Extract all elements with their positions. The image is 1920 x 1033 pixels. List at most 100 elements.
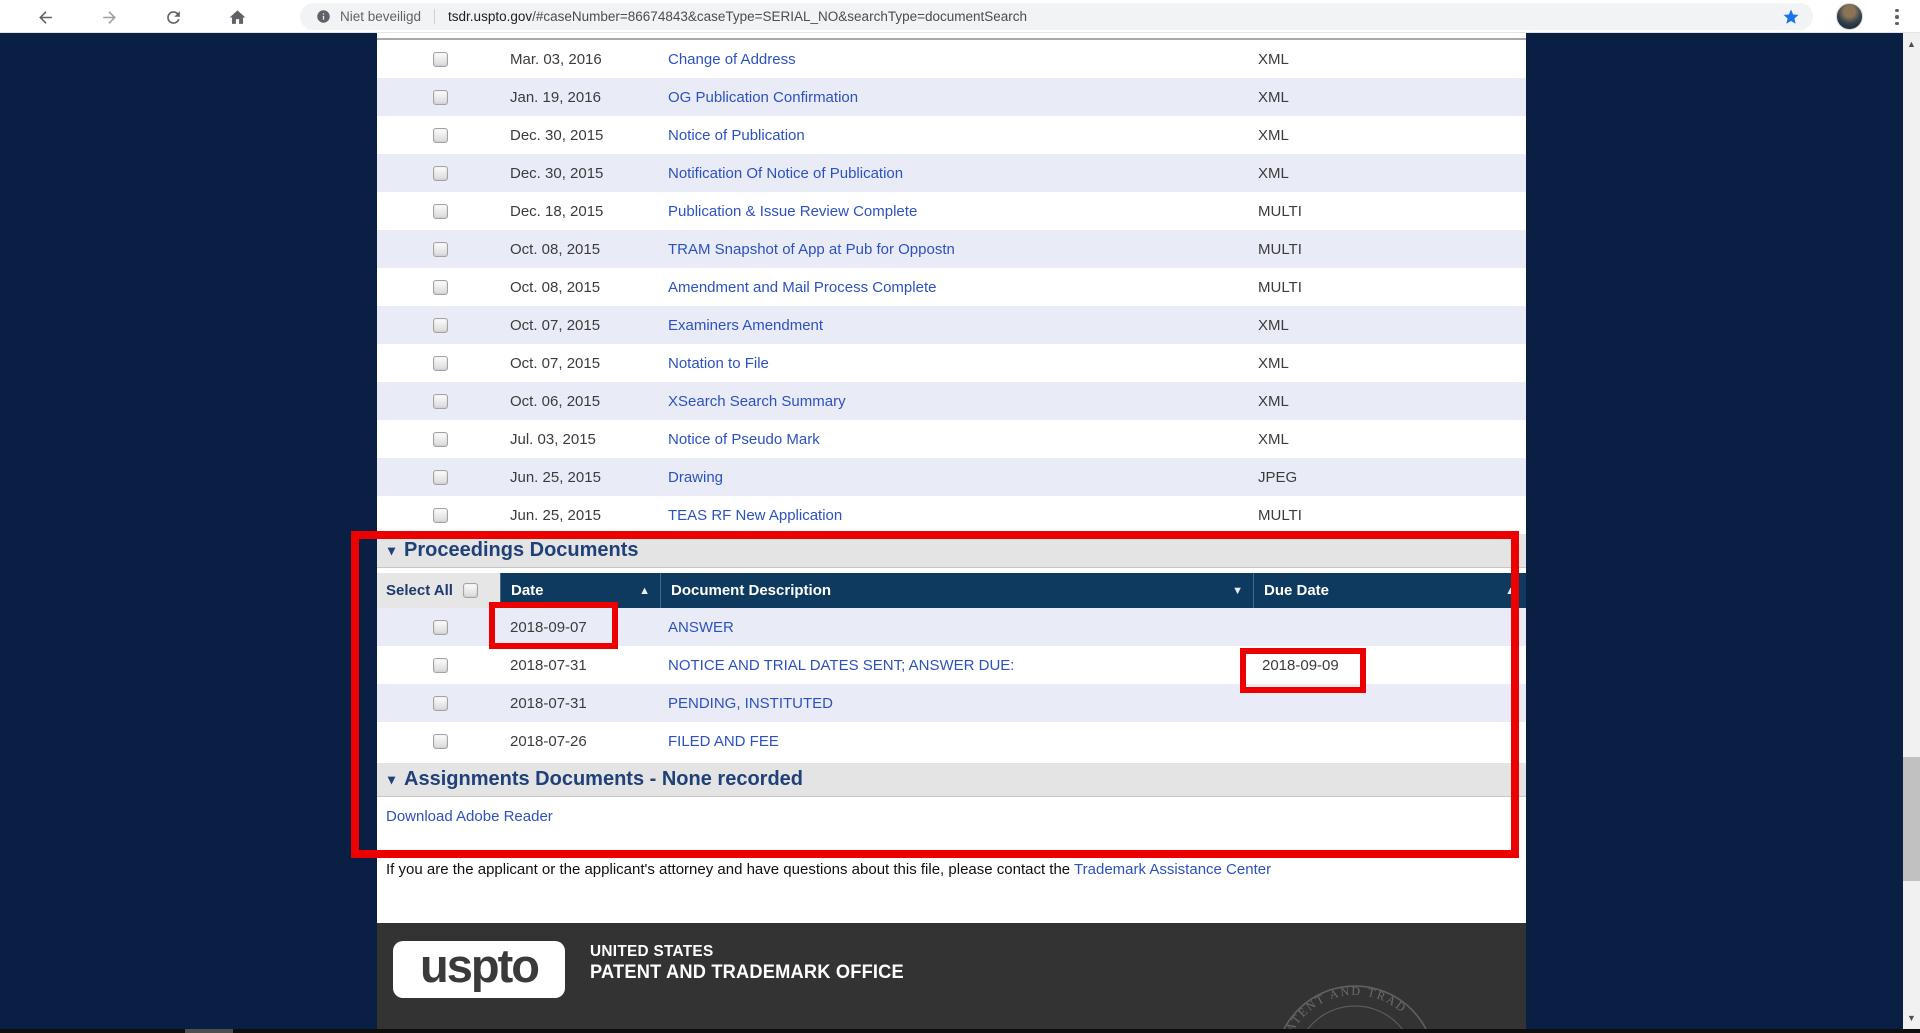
proceeding-document-link[interactable]: PENDING, INSTITUTED: [668, 695, 833, 712]
table-row: Jan. 19, 2016 OG Publication Confirmatio…: [377, 78, 1526, 116]
row-checkbox[interactable]: [433, 508, 448, 523]
table-row: Oct. 08, 2015 Amendment and Mail Process…: [377, 268, 1526, 306]
proceeding-document-link[interactable]: NOTICE AND TRIAL DATES SENT; ANSWER DUE:: [668, 657, 1014, 674]
document-link[interactable]: Notice of Publication: [668, 127, 805, 144]
scroll-up-icon[interactable]: ▲: [1903, 33, 1920, 55]
row-checkbox[interactable]: [433, 52, 448, 67]
document-type: XML: [1258, 165, 1526, 182]
document-type: JPEG: [1258, 469, 1526, 486]
vertical-scrollbar[interactable]: ▲ ▼: [1903, 33, 1920, 1033]
document-type: XML: [1258, 355, 1526, 372]
proceeding-document-link[interactable]: FILED AND FEE: [668, 733, 779, 750]
row-checkbox[interactable]: [433, 356, 448, 371]
assignments-title: Assignments Documents - None recorded: [404, 768, 803, 791]
table-row: 2018-07-31 NOTICE AND TRIAL DATES SENT; …: [377, 646, 1526, 684]
document-type: XML: [1258, 127, 1526, 144]
document-link[interactable]: XSearch Search Summary: [668, 393, 846, 410]
assignments-section-header[interactable]: ▾ Assignments Documents - None recorded: [377, 763, 1526, 797]
window-bottom-edge: [0, 1029, 1920, 1033]
back-icon[interactable]: [32, 4, 58, 30]
column-header-due-date[interactable]: Due Date ▲: [1253, 573, 1526, 608]
window-bottom-notch: [185, 1029, 233, 1033]
browser-toolbar: Niet beveiligd tsdr.uspto.gov/#caseNumbe…: [0, 0, 1920, 33]
document-link[interactable]: Amendment and Mail Process Complete: [668, 279, 936, 296]
row-checkbox[interactable]: [433, 696, 448, 711]
document-type: XML: [1258, 51, 1526, 68]
row-checkbox[interactable]: [433, 128, 448, 143]
document-date: Jun. 25, 2015: [500, 469, 660, 486]
url-text[interactable]: tsdr.uspto.gov/#caseNumber=86674843&case…: [448, 9, 1027, 24]
document-link[interactable]: Examiners Amendment: [668, 317, 823, 334]
row-checkbox[interactable]: [433, 204, 448, 219]
collapse-triangle-icon[interactable]: ▾: [388, 771, 395, 788]
page-background: Mar. 03, 2016 Change of Address XML Jan.…: [0, 33, 1920, 1033]
document-date: Jun. 25, 2015: [500, 507, 660, 524]
home-icon[interactable]: [224, 4, 250, 30]
sort-desc-icon[interactable]: ▼: [1232, 585, 1243, 597]
scrollbar-thumb[interactable]: [1903, 757, 1920, 881]
document-type: MULTI: [1258, 507, 1526, 524]
trademark-assistance-center-link[interactable]: Trademark Assistance Center: [1074, 861, 1271, 878]
row-checkbox[interactable]: [433, 280, 448, 295]
sort-asc-icon[interactable]: ▲: [1505, 585, 1516, 597]
document-link[interactable]: Notice of Pseudo Mark: [668, 431, 820, 448]
scroll-down-icon[interactable]: ▼: [1903, 1007, 1920, 1029]
document-date: Oct. 08, 2015: [500, 241, 660, 258]
table-row: Dec. 30, 2015 Notice of Publication XML: [377, 116, 1526, 154]
document-link[interactable]: OG Publication Confirmation: [668, 89, 858, 106]
footer-agency-name: UNITED STATES PATENT AND TRADEMARK OFFIC…: [590, 943, 904, 984]
row-checkbox[interactable]: [433, 620, 448, 635]
row-checkbox[interactable]: [433, 658, 448, 673]
table-row: Dec. 18, 2015 Publication & Issue Review…: [377, 192, 1526, 230]
document-link[interactable]: TEAS RF New Application: [668, 507, 842, 524]
document-type: XML: [1258, 393, 1526, 410]
proceeding-document-link[interactable]: ANSWER: [668, 619, 734, 636]
document-link[interactable]: Notation to File: [668, 355, 769, 372]
proceedings-section-header[interactable]: ▾ Proceedings Documents: [377, 534, 1526, 568]
table-row: Oct. 06, 2015 XSearch Search Summary XML: [377, 382, 1526, 420]
assistance-text: If you are the applicant or the applican…: [386, 861, 1526, 880]
row-checkbox[interactable]: [433, 318, 448, 333]
bookmark-star-icon[interactable]: [1782, 8, 1800, 26]
column-header-description[interactable]: Document Description ▼: [660, 573, 1253, 608]
forward-icon[interactable]: [96, 4, 122, 30]
address-bar[interactable]: Niet beveiligd tsdr.uspto.gov/#caseNumbe…: [300, 3, 1813, 30]
proceeding-due-date: 2018-09-09: [1253, 657, 1526, 674]
document-link[interactable]: Change of Address: [668, 51, 796, 68]
profile-avatar[interactable]: [1836, 3, 1863, 30]
tsdr-content: Mar. 03, 2016 Change of Address XML Jan.…: [377, 33, 1526, 1033]
document-link[interactable]: Notification Of Notice of Publication: [668, 165, 903, 182]
download-adobe-reader-link[interactable]: Download Adobe Reader: [386, 808, 553, 825]
document-link[interactable]: TRAM Snapshot of App at Pub for Oppostn: [668, 241, 955, 258]
select-all-checkbox[interactable]: [463, 583, 478, 598]
sort-asc-icon[interactable]: ▲: [639, 585, 650, 597]
table-row: Oct. 08, 2015 TRAM Snapshot of App at Pu…: [377, 230, 1526, 268]
proceeding-date: 2018-07-26: [500, 733, 660, 750]
document-type: XML: [1258, 317, 1526, 334]
documents-table: Mar. 03, 2016 Change of Address XML Jan.…: [377, 40, 1526, 534]
info-icon[interactable]: [316, 9, 331, 24]
row-checkbox[interactable]: [433, 394, 448, 409]
reload-icon[interactable]: [160, 4, 186, 30]
row-checkbox[interactable]: [433, 166, 448, 181]
collapse-triangle-icon[interactable]: ▾: [388, 542, 395, 559]
document-link[interactable]: Publication & Issue Review Complete: [668, 203, 917, 220]
document-date: Dec. 30, 2015: [500, 127, 660, 144]
row-checkbox[interactable]: [433, 242, 448, 257]
svg-text:PATENT AND TRAD: PATENT AND TRAD: [1279, 984, 1410, 1033]
table-row: 2018-09-07 ANSWER: [377, 608, 1526, 646]
row-checkbox[interactable]: [433, 734, 448, 749]
omnibox-divider: [434, 9, 435, 24]
column-header-date[interactable]: Date ▲: [500, 573, 660, 608]
row-checkbox[interactable]: [433, 432, 448, 447]
proceedings-table: 2018-09-07 ANSWER 2018-07-31 NOTICE AND …: [377, 608, 1526, 760]
document-link[interactable]: Drawing: [668, 469, 723, 486]
security-label: Niet beveiligd: [340, 9, 421, 24]
proceeding-date: 2018-07-31: [500, 695, 660, 712]
browser-menu-icon[interactable]: [1884, 4, 1910, 30]
uspto-seal: PATENT AND TRAD: [1270, 981, 1440, 1033]
table-row: 2018-07-31 PENDING, INSTITUTED: [377, 684, 1526, 722]
document-date: Oct. 06, 2015: [500, 393, 660, 410]
row-checkbox[interactable]: [433, 90, 448, 105]
row-checkbox[interactable]: [433, 470, 448, 485]
